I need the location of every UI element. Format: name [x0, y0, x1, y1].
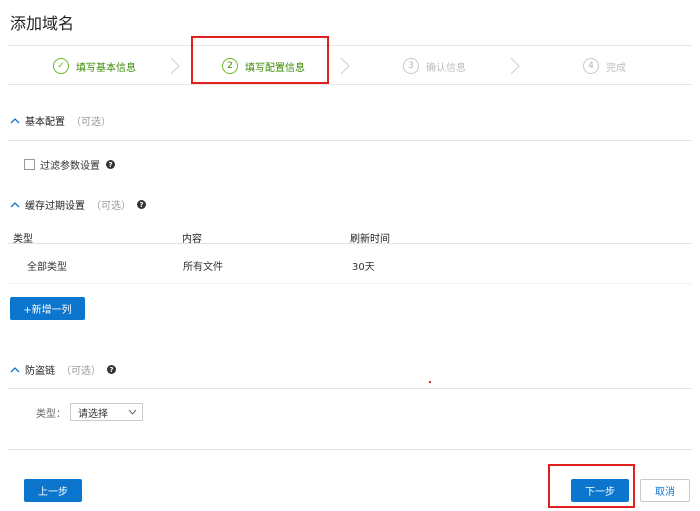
column-header-content: 内容 [182, 234, 202, 245]
section-basic-optional: （可选） [71, 117, 111, 128]
section-hotlink-header[interactable]: 防盗链 （可选） ? [10, 362, 116, 377]
highlight-box-next [548, 464, 635, 508]
hotlink-type-value: 请选择 [78, 408, 108, 420]
help-icon[interactable]: ? [106, 160, 115, 169]
step-4-number: 4 [583, 58, 599, 74]
filter-param-option: 过滤参数设置 ? [24, 157, 115, 172]
section-basic-title: 基本配置 [25, 117, 65, 128]
chevron-up-icon [10, 201, 20, 207]
section-hotlink-optional: （可选） [61, 366, 101, 377]
table-row: 全部类型 所有文件 30天 [8, 244, 692, 284]
chevron-right-icon [340, 57, 350, 75]
filter-param-label: 过滤参数设置 [40, 161, 100, 172]
chevron-down-icon [128, 409, 137, 415]
highlight-box-step [191, 36, 329, 84]
step-4-label: 完成 [606, 62, 626, 74]
column-header-refresh: 刷新时间 [350, 234, 390, 245]
section-basic-header[interactable]: 基本配置 （可选） [10, 113, 111, 128]
help-icon[interactable]: ? [137, 200, 146, 209]
section-cache-optional: （可选） [91, 201, 131, 212]
help-icon[interactable]: ? [107, 365, 116, 374]
cell-type: 全部类型 [27, 262, 67, 273]
cell-refresh: 30天 [352, 262, 375, 273]
step-1-label: 填写基本信息 [76, 62, 136, 74]
table-header: 类型 内容 刷新时间 [8, 227, 692, 245]
step-3: 3 确认信息 [403, 46, 466, 86]
check-icon: ✓ [53, 58, 69, 74]
step-1: ✓ 填写基本信息 [53, 46, 136, 86]
divider [8, 388, 692, 389]
step-3-number: 3 [403, 58, 419, 74]
divider [8, 449, 692, 450]
step-4: 4 完成 [583, 46, 626, 86]
page-title: 添加域名 [10, 14, 75, 33]
filter-param-checkbox[interactable] [24, 159, 35, 170]
column-header-type: 类型 [13, 234, 33, 245]
cell-content: 所有文件 [183, 262, 223, 273]
step-indicator: ✓ 填写基本信息 2 填写配置信息 3 确认信息 4 完成 [8, 45, 692, 85]
hotlink-type-row: 类型： 请选择 [36, 403, 143, 421]
step-3-label: 确认信息 [426, 62, 466, 74]
cache-table: 类型 内容 刷新时间 全部类型 所有文件 30天 [8, 227, 692, 284]
chevron-right-icon [170, 57, 180, 75]
hotlink-type-label: 类型： [36, 408, 66, 420]
red-dot-marker [429, 381, 431, 383]
prev-step-button[interactable]: 上一步 [24, 479, 82, 502]
section-cache-title: 缓存过期设置 [25, 201, 85, 212]
section-hotlink-title: 防盗链 [25, 366, 55, 377]
hotlink-type-select[interactable]: 请选择 [70, 403, 143, 421]
chevron-up-icon [10, 117, 20, 123]
section-cache-header[interactable]: 缓存过期设置 （可选） ? [10, 197, 146, 212]
chevron-right-icon [510, 57, 520, 75]
divider [8, 140, 692, 141]
add-row-button[interactable]: +新增一列 [10, 297, 85, 320]
chevron-up-icon [10, 366, 20, 372]
cancel-button[interactable]: 取消 [640, 479, 690, 502]
